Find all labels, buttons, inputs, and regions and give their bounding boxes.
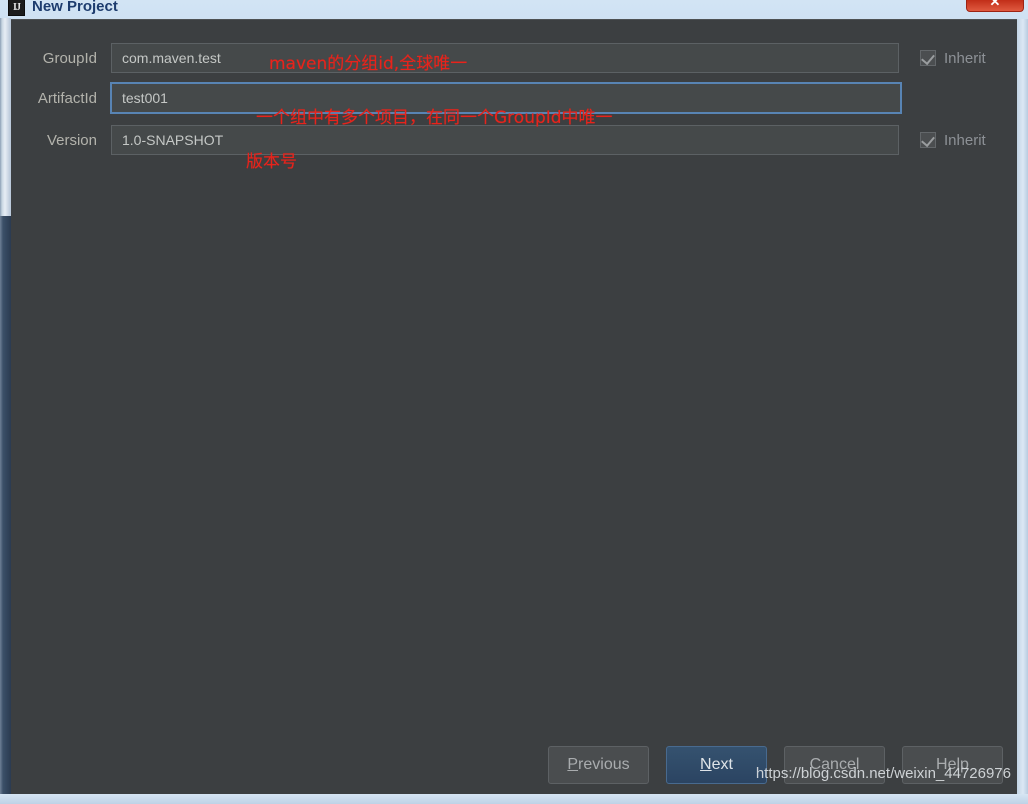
- window-left-edge-upper: [0, 18, 11, 216]
- groupid-input[interactable]: com.maven.test: [111, 43, 899, 73]
- form-row-groupid: GroupId com.maven.test Inherit: [11, 42, 1017, 74]
- version-inherit-checkbox[interactable]: Inherit: [920, 132, 986, 149]
- previous-button[interactable]: Previous: [548, 746, 649, 784]
- version-label: Version: [46, 131, 97, 149]
- form-row-version: Version 1.0-SNAPSHOT Inherit: [11, 124, 1017, 156]
- window-titlebar: IJ New Project ✕: [0, 0, 1028, 18]
- window-right-edge: [1017, 19, 1028, 794]
- previous-button-mnemonic: P: [567, 756, 579, 773]
- groupid-inherit-label: Inherit: [944, 49, 986, 67]
- version-inherit-label: Inherit: [944, 131, 986, 149]
- annotation-groupid: maven的分组id,全球唯一: [269, 54, 468, 74]
- next-button-label: ext: [711, 756, 733, 773]
- checkbox-checked-icon[interactable]: [920, 132, 936, 148]
- window-title: New Project: [32, 0, 118, 15]
- close-icon[interactable]: ✕: [966, 0, 1024, 12]
- screen: IJ New Project ✕ GroupId com.maven.test …: [0, 0, 1028, 804]
- next-button-mnemonic: N: [700, 756, 712, 773]
- artifactid-label: ArtifactId: [37, 89, 97, 107]
- annotation-version: 版本号: [246, 152, 297, 172]
- new-project-dialog: GroupId com.maven.test Inherit ArtifactI…: [11, 19, 1017, 794]
- previous-button-label: revious: [578, 756, 630, 773]
- next-button[interactable]: Next: [666, 746, 767, 784]
- groupid-label: GroupId: [42, 49, 97, 67]
- window-bottom-edge: [0, 794, 1028, 804]
- annotation-artifactid: 一个组中有多个项目，在同一个GroupId中唯一: [256, 108, 613, 128]
- window-left-edge-lower: [0, 216, 11, 804]
- version-input[interactable]: 1.0-SNAPSHOT: [111, 125, 899, 155]
- intellij-idea-icon: IJ: [8, 0, 25, 16]
- checkbox-checked-icon[interactable]: [920, 50, 936, 66]
- watermark-url: https://blog.csdn.net/weixin_44726976: [755, 765, 1011, 782]
- groupid-inherit-checkbox[interactable]: Inherit: [920, 50, 986, 67]
